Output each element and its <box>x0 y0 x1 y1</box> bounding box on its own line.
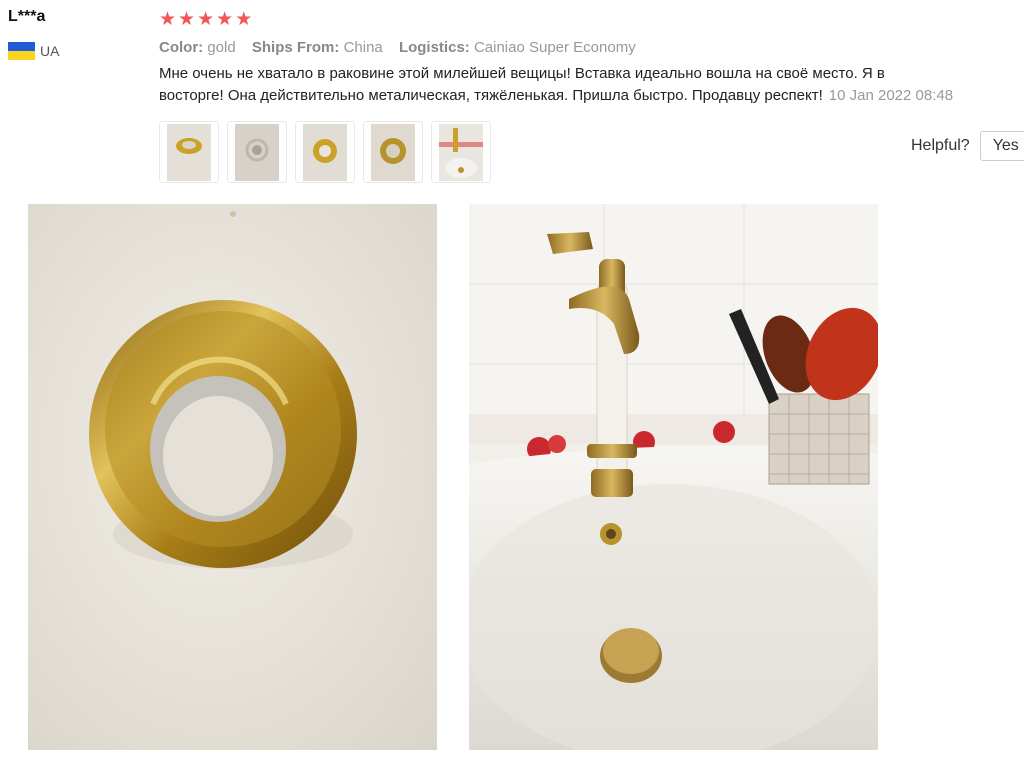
review-thumbnail[interactable] <box>363 121 423 183</box>
review-body: ★ ★ ★ ★ ★ Color: gold Ships From: China … <box>159 9 1024 107</box>
star-rating: ★ ★ ★ ★ ★ <box>159 9 1024 31</box>
review-date: 10 Jan 2022 08:48 <box>828 87 954 104</box>
logistics-value: Cainiao Super Economy <box>473 39 636 56</box>
review-thumbnail[interactable] <box>159 121 219 183</box>
helpful-yes-button[interactable]: Yes <box>979 131 1024 161</box>
star-icon: ★ <box>178 9 196 30</box>
star-icon: ★ <box>197 9 215 30</box>
review-text: Мне очень не хватало в раковине этой мил… <box>159 63 1024 107</box>
review-text-line: восторге! Она действительно металическая… <box>159 87 823 104</box>
review-meta: Color: gold Ships From: China Logistics:… <box>159 39 1024 56</box>
star-icon: ★ <box>216 9 234 30</box>
review-thumbnail[interactable] <box>227 121 287 183</box>
color-key: Color: <box>159 39 204 56</box>
reviewer-info: L***a UA <box>8 8 59 60</box>
review-text-line: Мне очень не хватало в раковине этой мил… <box>159 65 885 82</box>
star-icon: ★ <box>159 9 177 30</box>
review-thumbnail[interactable] <box>295 121 355 183</box>
review-thumbnail[interactable] <box>431 121 491 183</box>
review-thumbnails <box>159 121 491 183</box>
review-photo-sink[interactable] <box>469 204 878 750</box>
star-icon: ★ <box>235 9 253 30</box>
country-code: UA <box>40 43 60 59</box>
ships-from-value: China <box>343 39 383 56</box>
helpful-section: Helpful? Yes <box>911 131 1024 161</box>
logistics-key: Logistics: <box>398 39 470 56</box>
color-value: gold <box>207 39 236 56</box>
ukraine-flag-icon <box>8 42 35 60</box>
reviewer-country: UA <box>8 42 59 60</box>
reviewer-name: L***a <box>8 8 46 25</box>
ships-from-key: Ships From: <box>251 39 340 56</box>
helpful-label: Helpful? <box>911 137 970 154</box>
review-photo-drain-ring[interactable] <box>28 204 437 750</box>
